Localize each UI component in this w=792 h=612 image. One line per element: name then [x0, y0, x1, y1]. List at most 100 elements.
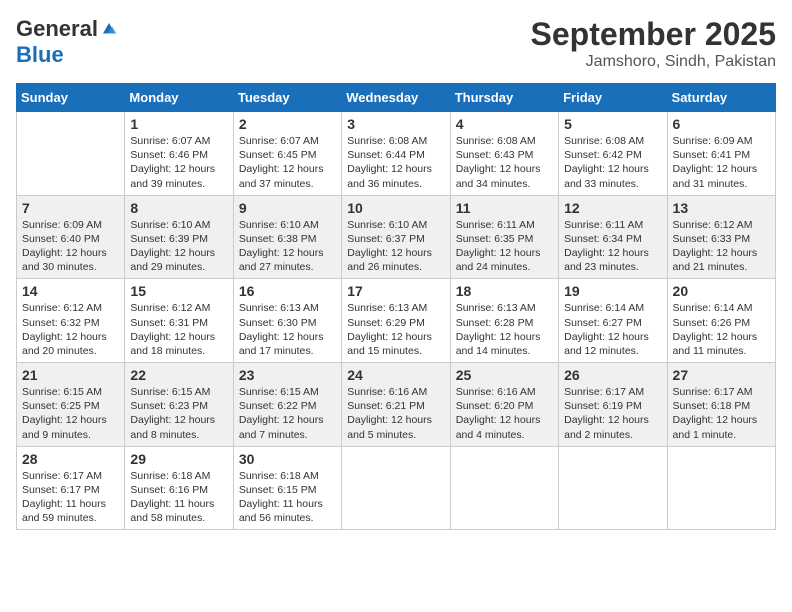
calendar-cell — [342, 446, 450, 530]
calendar-cell: 17 Sunrise: 6:13 AM Sunset: 6:29 PM Dayli… — [342, 279, 450, 363]
day-number: 27 — [673, 367, 770, 383]
day-number: 15 — [130, 283, 227, 299]
day-info: Sunrise: 6:15 AM Sunset: 6:22 PM Dayligh… — [239, 385, 336, 442]
location-subtitle: Jamshoro, Sindh, Pakistan — [531, 53, 776, 71]
calendar-cell: 8 Sunrise: 6:10 AM Sunset: 6:39 PM Daylig… — [125, 195, 233, 279]
calendar-cell — [667, 446, 775, 530]
calendar-cell: 3 Sunrise: 6:08 AM Sunset: 6:44 PM Daylig… — [342, 112, 450, 196]
calendar-cell: 13 Sunrise: 6:12 AM Sunset: 6:33 PM Dayli… — [667, 195, 775, 279]
calendar-cell: 25 Sunrise: 6:16 AM Sunset: 6:20 PM Dayli… — [450, 363, 558, 447]
weekday-header: Sunday — [17, 84, 125, 112]
day-info: Sunrise: 6:13 AM Sunset: 6:30 PM Dayligh… — [239, 301, 336, 358]
calendar-cell: 21 Sunrise: 6:15 AM Sunset: 6:25 PM Dayli… — [17, 363, 125, 447]
weekday-header-row: SundayMondayTuesdayWednesdayThursdayFrid… — [17, 84, 776, 112]
day-number: 20 — [673, 283, 770, 299]
day-info: Sunrise: 6:12 AM Sunset: 6:33 PM Dayligh… — [673, 218, 770, 275]
calendar-cell: 23Sunrise: 6:15 AM Sunset: 6:22 PM Dayli… — [233, 363, 341, 447]
month-title: September 2025 — [531, 16, 776, 53]
calendar-cell: 1 Sunrise: 6:07 AM Sunset: 6:46 PM Daylig… — [125, 112, 233, 196]
day-number: 13 — [673, 200, 770, 216]
calendar-cell: 16Sunrise: 6:13 AM Sunset: 6:30 PM Dayli… — [233, 279, 341, 363]
day-info: Sunrise: 6:07 AM Sunset: 6:45 PM Dayligh… — [239, 134, 336, 191]
day-info: Sunrise: 6:16 AM Sunset: 6:20 PM Dayligh… — [456, 385, 553, 442]
weekday-header: Saturday — [667, 84, 775, 112]
calendar-cell: 7 Sunrise: 6:09 AM Sunset: 6:40 PM Daylig… — [17, 195, 125, 279]
day-number: 29 — [130, 451, 227, 467]
calendar-cell: 19Sunrise: 6:14 AM Sunset: 6:27 PM Dayli… — [559, 279, 667, 363]
day-info: Sunrise: 6:13 AM Sunset: 6:28 PM Dayligh… — [456, 301, 553, 358]
day-info: Sunrise: 6:15 AM Sunset: 6:25 PM Dayligh… — [22, 385, 119, 442]
day-number: 22 — [130, 367, 227, 383]
day-info: Sunrise: 6:17 AM Sunset: 6:17 PM Dayligh… — [22, 469, 119, 526]
day-info: Sunrise: 6:13 AM Sunset: 6:29 PM Dayligh… — [347, 301, 444, 358]
day-number: 8 — [130, 200, 227, 216]
day-number: 10 — [347, 200, 444, 216]
weekday-header: Wednesday — [342, 84, 450, 112]
calendar-cell: 24 Sunrise: 6:16 AM Sunset: 6:21 PM Dayli… — [342, 363, 450, 447]
calendar-week-row: 21 Sunrise: 6:15 AM Sunset: 6:25 PM Dayli… — [17, 363, 776, 447]
day-info: Sunrise: 6:12 AM Sunset: 6:32 PM Dayligh… — [22, 301, 119, 358]
calendar-cell: 14 Sunrise: 6:12 AM Sunset: 6:32 PM Dayli… — [17, 279, 125, 363]
calendar-week-row: 7 Sunrise: 6:09 AM Sunset: 6:40 PM Daylig… — [17, 195, 776, 279]
calendar-cell: 20 Sunrise: 6:14 AM Sunset: 6:26 PM Dayli… — [667, 279, 775, 363]
calendar-cell: 27 Sunrise: 6:17 AM Sunset: 6:18 PM Dayli… — [667, 363, 775, 447]
day-info: Sunrise: 6:10 AM Sunset: 6:39 PM Dayligh… — [130, 218, 227, 275]
weekday-header: Friday — [559, 84, 667, 112]
day-info: Sunrise: 6:11 AM Sunset: 6:34 PM Dayligh… — [564, 218, 661, 275]
day-info: Sunrise: 6:12 AM Sunset: 6:31 PM Dayligh… — [130, 301, 227, 358]
day-number: 21 — [22, 367, 119, 383]
day-info: Sunrise: 6:17 AM Sunset: 6:18 PM Dayligh… — [673, 385, 770, 442]
logo-icon — [100, 20, 118, 38]
day-number: 30 — [239, 451, 336, 467]
day-number: 14 — [22, 283, 119, 299]
day-number: 24 — [347, 367, 444, 383]
day-info: Sunrise: 6:11 AM Sunset: 6:35 PM Dayligh… — [456, 218, 553, 275]
day-info: Sunrise: 6:08 AM Sunset: 6:43 PM Dayligh… — [456, 134, 553, 191]
title-section: September 2025 Jamshoro, Sindh, Pakistan — [531, 16, 776, 71]
day-number: 11 — [456, 200, 553, 216]
day-number: 17 — [347, 283, 444, 299]
day-info: Sunrise: 6:18 AM Sunset: 6:16 PM Dayligh… — [130, 469, 227, 526]
calendar-cell: 4Sunrise: 6:08 AM Sunset: 6:43 PM Daylig… — [450, 112, 558, 196]
day-info: Sunrise: 6:17 AM Sunset: 6:19 PM Dayligh… — [564, 385, 661, 442]
calendar-cell — [450, 446, 558, 530]
weekday-header: Tuesday — [233, 84, 341, 112]
calendar-cell: 5Sunrise: 6:08 AM Sunset: 6:42 PM Daylig… — [559, 112, 667, 196]
day-number: 2 — [239, 116, 336, 132]
day-number: 1 — [130, 116, 227, 132]
calendar-cell: 6Sunrise: 6:09 AM Sunset: 6:41 PM Daylig… — [667, 112, 775, 196]
day-info: Sunrise: 6:16 AM Sunset: 6:21 PM Dayligh… — [347, 385, 444, 442]
day-info: Sunrise: 6:15 AM Sunset: 6:23 PM Dayligh… — [130, 385, 227, 442]
day-info: Sunrise: 6:10 AM Sunset: 6:38 PM Dayligh… — [239, 218, 336, 275]
weekday-header: Monday — [125, 84, 233, 112]
day-info: Sunrise: 6:18 AM Sunset: 6:15 PM Dayligh… — [239, 469, 336, 526]
calendar-week-row: 14 Sunrise: 6:12 AM Sunset: 6:32 PM Dayli… — [17, 279, 776, 363]
page-header: General Blue September 2025 Jamshoro, Si… — [16, 16, 776, 71]
logo-general-text: General — [16, 16, 98, 42]
day-number: 26 — [564, 367, 661, 383]
day-info: Sunrise: 6:09 AM Sunset: 6:41 PM Dayligh… — [673, 134, 770, 191]
day-info: Sunrise: 6:08 AM Sunset: 6:44 PM Dayligh… — [347, 134, 444, 191]
calendar-cell: 26 Sunrise: 6:17 AM Sunset: 6:19 PM Dayli… — [559, 363, 667, 447]
logo: General Blue — [16, 16, 118, 68]
day-number: 7 — [22, 200, 119, 216]
calendar-cell: 15 Sunrise: 6:12 AM Sunset: 6:31 PM Dayli… — [125, 279, 233, 363]
weekday-header: Thursday — [450, 84, 558, 112]
calendar-cell: 10 Sunrise: 6:10 AM Sunset: 6:37 PM Dayli… — [342, 195, 450, 279]
calendar-cell: 2 Sunrise: 6:07 AM Sunset: 6:45 PM Daylig… — [233, 112, 341, 196]
day-info: Sunrise: 6:14 AM Sunset: 6:26 PM Dayligh… — [673, 301, 770, 358]
calendar-cell: 18 Sunrise: 6:13 AM Sunset: 6:28 PM Dayli… — [450, 279, 558, 363]
day-info: Sunrise: 6:07 AM Sunset: 6:46 PM Dayligh… — [130, 134, 227, 191]
calendar-table: SundayMondayTuesdayWednesdayThursdayFrid… — [16, 83, 776, 530]
day-number: 3 — [347, 116, 444, 132]
day-info: Sunrise: 6:14 AM Sunset: 6:27 PM Dayligh… — [564, 301, 661, 358]
calendar-cell: 9Sunrise: 6:10 AM Sunset: 6:38 PM Daylig… — [233, 195, 341, 279]
calendar-cell — [559, 446, 667, 530]
calendar-cell: 28Sunrise: 6:17 AM Sunset: 6:17 PM Dayli… — [17, 446, 125, 530]
calendar-cell: 11 Sunrise: 6:11 AM Sunset: 6:35 PM Dayli… — [450, 195, 558, 279]
day-number: 25 — [456, 367, 553, 383]
calendar-cell: 29 Sunrise: 6:18 AM Sunset: 6:16 PM Dayli… — [125, 446, 233, 530]
day-number: 18 — [456, 283, 553, 299]
day-info: Sunrise: 6:09 AM Sunset: 6:40 PM Dayligh… — [22, 218, 119, 275]
day-info: Sunrise: 6:10 AM Sunset: 6:37 PM Dayligh… — [347, 218, 444, 275]
